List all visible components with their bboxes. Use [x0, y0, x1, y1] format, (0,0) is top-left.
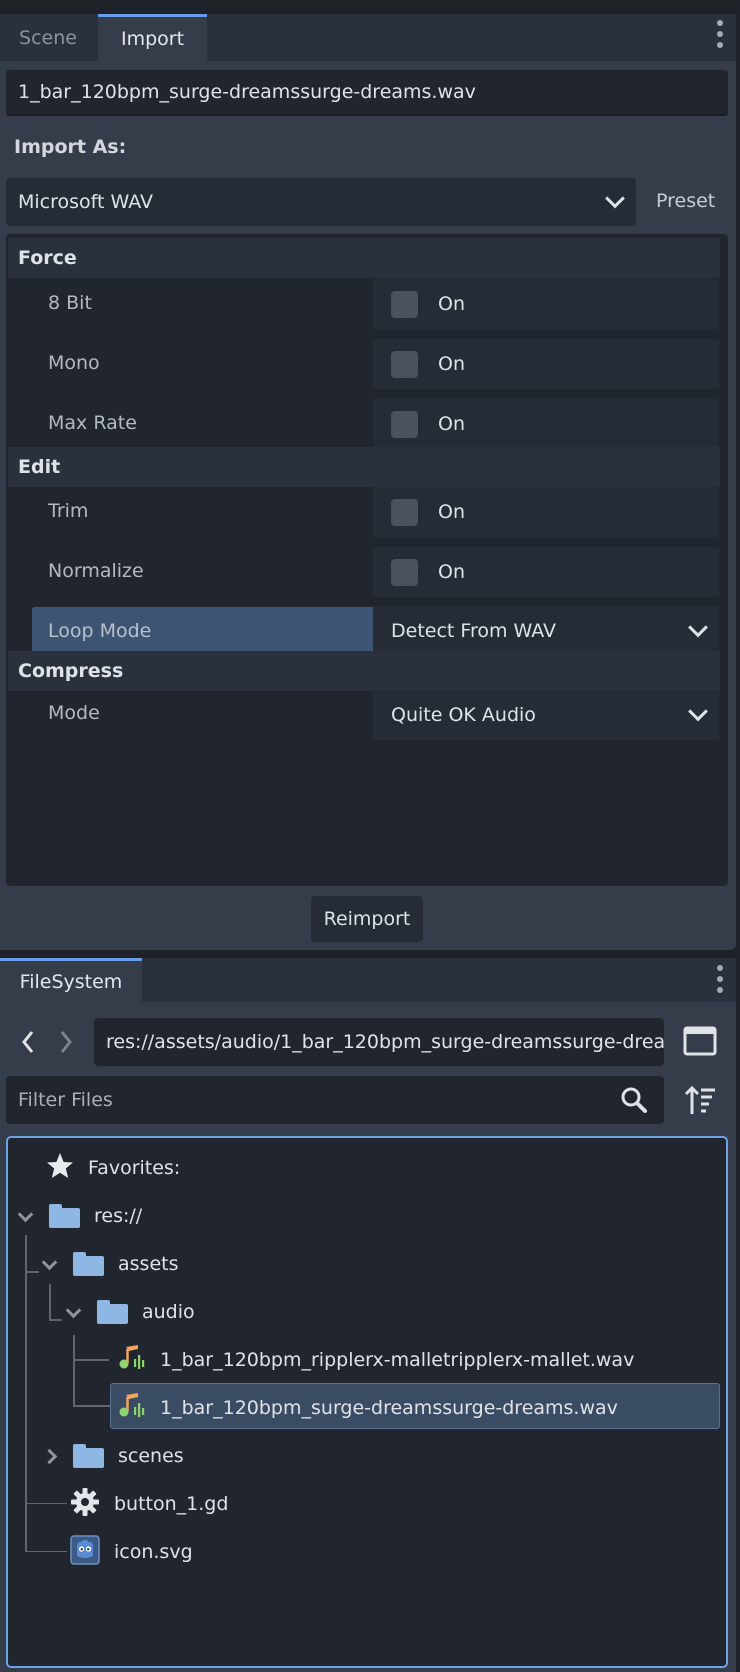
- prop-max-rate-checkbox[interactable]: On: [373, 399, 719, 449]
- checkbox-icon: [391, 558, 418, 586]
- checkbox-icon: [391, 290, 418, 318]
- prop-label-mono: Mono: [48, 352, 100, 374]
- tree-guide: [73, 1405, 111, 1407]
- tree-item-audio[interactable]: audio: [65, 1290, 195, 1334]
- tree-item-file-surge-dreams[interactable]: 1_bar_120bpm_surge-dreamssurge-dreams.wa…: [118, 1386, 618, 1430]
- tree-label: 1_bar_120bpm_surge-dreamssurge-dreams.wa…: [160, 1397, 618, 1419]
- chevron-down-icon: [688, 701, 708, 722]
- tree-item-assets[interactable]: assets: [41, 1242, 179, 1286]
- godot-icon: [70, 1534, 100, 1570]
- checkbox-icon: [391, 410, 418, 438]
- prop-mono-value: On: [438, 353, 465, 375]
- prop-label-loop-mode: Loop Mode: [48, 620, 152, 642]
- tree-item-button-script[interactable]: button_1.gd: [70, 1482, 228, 1526]
- top-strip: [0, 0, 740, 14]
- star-icon: [46, 1152, 74, 1185]
- prop-max-rate-value: On: [438, 413, 465, 435]
- prop-label-8bit: 8 Bit: [48, 292, 92, 314]
- prop-trim-value: On: [438, 501, 465, 523]
- import-as-label: Import As:: [14, 136, 127, 158]
- preset-button[interactable]: Preset: [656, 190, 715, 212]
- chevron-down-icon: [17, 1206, 34, 1222]
- tree-item-icon-svg[interactable]: icon.svg: [70, 1530, 193, 1574]
- prop-mono-checkbox[interactable]: On: [373, 339, 719, 389]
- split-view-icon[interactable]: [683, 1024, 717, 1058]
- chevron-down-icon: [41, 1254, 58, 1270]
- prop-label-mode: Mode: [48, 702, 100, 724]
- checkbox-icon: [391, 350, 418, 378]
- prop-label-normalize: Normalize: [48, 560, 144, 582]
- tree-guide: [73, 1359, 109, 1361]
- folder-icon: [73, 1444, 104, 1468]
- audio-file-icon: [118, 1391, 148, 1426]
- tab-scene[interactable]: Scene: [0, 14, 96, 61]
- loop-mode-dropdown[interactable]: Detect From WAV: [373, 606, 719, 656]
- tree-label: button_1.gd: [114, 1493, 229, 1515]
- import-as-value: Microsoft WAV: [18, 191, 154, 213]
- loop-mode-value: Detect From WAV: [391, 620, 557, 642]
- tree-label: 1_bar_120bpm_ripplerx-malletripplerx-mal…: [160, 1349, 635, 1371]
- tree-item-scenes[interactable]: scenes: [41, 1434, 184, 1478]
- tab-import[interactable]: Import: [98, 14, 207, 61]
- tree-item-favorites[interactable]: Favorites:: [46, 1146, 180, 1190]
- search-icon: [620, 1086, 648, 1114]
- tree-guide: [27, 1551, 67, 1552]
- filesystem-menu-icon[interactable]: [717, 965, 723, 998]
- folder-icon: [97, 1300, 128, 1324]
- prop-normalize-checkbox[interactable]: On: [373, 547, 719, 597]
- tree-item-file-ripplerx[interactable]: 1_bar_120bpm_ripplerx-malletripplerx-mal…: [118, 1338, 634, 1382]
- import-menu-icon[interactable]: [717, 20, 723, 53]
- tree-item-res[interactable]: res://: [17, 1194, 143, 1238]
- chevron-down-icon: [688, 617, 708, 638]
- tree-label: audio: [142, 1301, 195, 1323]
- audio-file-icon: [118, 1343, 148, 1378]
- prop-label-max-rate: Max Rate: [48, 412, 137, 434]
- gear-icon: [70, 1487, 100, 1522]
- reimport-button[interactable]: Reimport: [311, 896, 423, 942]
- prop-label-trim: Trim: [48, 500, 89, 522]
- compress-mode-dropdown[interactable]: Quite OK Audio: [373, 690, 719, 740]
- checkbox-icon: [391, 498, 418, 526]
- import-filename: 1_bar_120bpm_surge-dreamssurge-dreams.wa…: [6, 70, 728, 116]
- tab-filesystem-label: FileSystem: [19, 970, 123, 993]
- tree-label: res://: [94, 1205, 143, 1227]
- section-compress[interactable]: Compress: [8, 651, 720, 691]
- tree-guide: [25, 1235, 27, 1552]
- folder-icon: [49, 1204, 80, 1228]
- prop-normalize-value: On: [438, 561, 465, 583]
- favorites-label: Favorites:: [88, 1157, 181, 1179]
- tab-scene-label: Scene: [19, 26, 77, 49]
- tree-guide: [25, 1271, 39, 1273]
- import-as-dropdown[interactable]: Microsoft WAV: [6, 178, 636, 226]
- section-force[interactable]: Force: [8, 238, 720, 278]
- tree-guide: [73, 1335, 75, 1407]
- tree-guide: [49, 1284, 51, 1321]
- filter-files-input[interactable]: Filter Files: [6, 1076, 664, 1124]
- chevron-right-icon: [41, 1448, 58, 1464]
- back-arrow-icon[interactable]: [18, 1030, 40, 1054]
- path-field[interactable]: res://assets/audio/1_bar_120bpm_surge-dr…: [94, 1018, 664, 1066]
- chevron-down-icon: [65, 1302, 82, 1318]
- tree-guide: [49, 1319, 62, 1321]
- tree-guide: [27, 1503, 67, 1504]
- prop-8bit-value: On: [438, 293, 465, 315]
- section-edit[interactable]: Edit: [8, 447, 720, 487]
- import-tabbar: Scene Import: [0, 14, 736, 61]
- sort-icon[interactable]: [683, 1084, 717, 1118]
- prop-trim-checkbox[interactable]: On: [373, 487, 719, 537]
- forward-arrow-icon[interactable]: [56, 1030, 78, 1054]
- folder-icon: [73, 1252, 104, 1276]
- tab-filesystem[interactable]: FileSystem: [0, 958, 142, 1002]
- compress-mode-value: Quite OK Audio: [391, 704, 536, 726]
- chevron-down-icon: [605, 188, 625, 209]
- tree-label: icon.svg: [114, 1541, 193, 1563]
- tab-import-label: Import: [120, 28, 185, 50]
- tree-label: scenes: [118, 1445, 184, 1467]
- filesystem-tabbar: FileSystem: [0, 958, 736, 1002]
- prop-8bit-checkbox[interactable]: On: [373, 279, 719, 329]
- tree-label: assets: [118, 1253, 179, 1275]
